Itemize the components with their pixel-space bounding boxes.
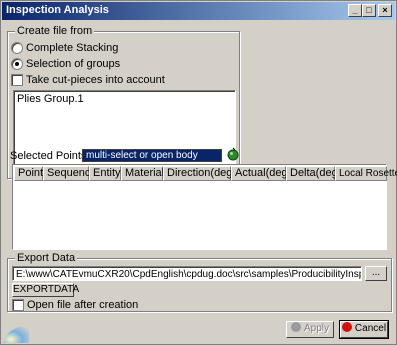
cancel-button[interactable]: Cancel bbox=[339, 320, 389, 339]
col-delta[interactable]: Delta(deg) bbox=[286, 166, 341, 181]
cut-pieces-checkbox[interactable] bbox=[11, 74, 23, 86]
cut-pieces-label: Take cut-pieces into account bbox=[26, 74, 165, 86]
col-entity[interactable]: Entity bbox=[89, 166, 121, 181]
complete-stacking-radio[interactable] bbox=[11, 42, 23, 54]
col-point[interactable]: Point bbox=[14, 166, 43, 181]
open-after-label: Open file after creation bbox=[27, 299, 139, 311]
export-data-legend: Export Data bbox=[15, 252, 78, 264]
browse-button[interactable]: ... bbox=[365, 266, 387, 281]
create-file-from-legend: Create file from bbox=[15, 25, 95, 37]
table-header: Point Sequence Entity Material Direction… bbox=[14, 166, 397, 181]
catia-logo-icon bbox=[3, 319, 29, 343]
selection-of-groups-radio[interactable] bbox=[11, 58, 23, 70]
col-material[interactable]: Material bbox=[121, 166, 164, 181]
window-title: Inspection Analysis bbox=[6, 4, 109, 16]
export-path-field[interactable]: E:\www\CATEvmuCXR20\CpdEnglish\cpdug.doc… bbox=[12, 266, 362, 281]
col-actual[interactable]: Actual(deg) bbox=[231, 166, 291, 181]
inspection-analysis-dialog: Inspection Analysis _ □ × Create file fr… bbox=[0, 0, 397, 345]
selection-of-groups-label: Selection of groups bbox=[26, 58, 121, 70]
selection-tool-icon[interactable] bbox=[226, 147, 240, 161]
col-sequence[interactable]: Sequence bbox=[43, 166, 97, 181]
open-after-checkbox[interactable] bbox=[12, 299, 24, 311]
col-local-rosette[interactable]: Local Rosette bbox=[335, 166, 397, 181]
title-bar[interactable]: Inspection Analysis _ □ × bbox=[2, 2, 395, 20]
apply-label: Apply bbox=[303, 323, 329, 334]
minimize-icon[interactable]: _ bbox=[348, 4, 362, 17]
results-table: Point Sequence Entity Material Direction… bbox=[12, 164, 397, 250]
cancel-icon bbox=[341, 322, 352, 332]
complete-stacking-label: Complete Stacking bbox=[26, 42, 119, 54]
maximize-icon[interactable]: □ bbox=[362, 4, 376, 17]
close-icon[interactable]: × bbox=[378, 4, 392, 17]
cancel-label: Cancel bbox=[354, 323, 387, 334]
selected-points-label: Selected Points: bbox=[10, 150, 90, 162]
apply-icon bbox=[290, 322, 301, 332]
export-data-button[interactable]: EXPORTDATA bbox=[12, 283, 79, 297]
list-item[interactable]: Plies Group.1 bbox=[17, 93, 84, 105]
col-direction[interactable]: Direction(deg) bbox=[163, 166, 236, 181]
apply-button[interactable]: Apply bbox=[286, 321, 334, 338]
selected-points-field[interactable]: multi-select or open body bbox=[82, 149, 222, 162]
